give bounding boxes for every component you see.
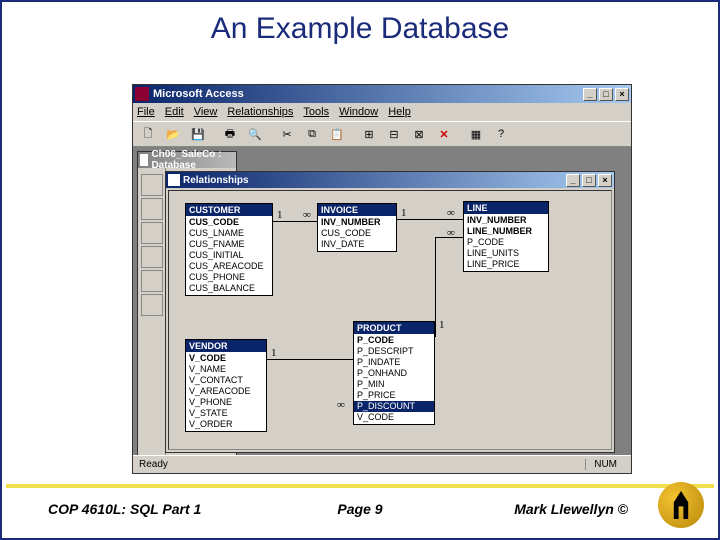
rel-one-marker: 1 <box>277 209 283 221</box>
db-window-button[interactable]: ▦ <box>465 124 487 144</box>
rel-product-line <box>435 237 436 337</box>
close-button[interactable]: × <box>615 88 629 101</box>
table-line-title: LINE <box>464 202 548 214</box>
table-invoice[interactable]: INVOICE INV_NUMBER CUS_CODE INV_DATE <box>317 203 397 252</box>
table-vendor[interactable]: VENDOR V_CODE V_NAME V_CONTACT V_AREACOD… <box>185 339 267 432</box>
menu-tools[interactable]: Tools <box>303 106 329 118</box>
relationships-window[interactable]: Relationships _ □ × CUSTOMER CUS_CODE <box>165 171 615 453</box>
rel-many-marker: ∞ <box>447 207 455 219</box>
rel-window-titlebar: Relationships _ □ × <box>166 172 614 188</box>
rel-vendor-product <box>267 359 353 360</box>
footer-page: Page 9 <box>337 501 382 517</box>
footer-author: Mark Llewellyn © <box>514 501 628 517</box>
table-line-fields: INV_NUMBER LINE_NUMBER P_CODE LINE_UNITS… <box>464 214 548 271</box>
print-button[interactable]: 🖶 <box>219 124 241 144</box>
maximize-button[interactable]: □ <box>599 88 613 101</box>
workspace: Ch06_SaleCo : Database Relat <box>133 147 631 455</box>
menu-help[interactable]: Help <box>388 106 411 118</box>
rel-customer-invoice <box>273 221 317 222</box>
status-bar: Ready NUM <box>133 455 631 473</box>
rel-many-marker: ∞ <box>337 399 345 411</box>
access-window: Microsoft Access _ □ × File Edit View Re… <box>132 84 632 474</box>
slide-footer: COP 4610L: SQL Part 1 Page 9 Mark Llewel… <box>2 486 718 532</box>
rel-one-marker: 1 <box>439 319 445 331</box>
table-product-title: PRODUCT <box>354 322 434 334</box>
save-button[interactable]: 💾 <box>187 124 209 144</box>
db-window-titlebar: Ch06_SaleCo : Database <box>138 152 236 168</box>
new-button[interactable]: 🗋 <box>137 124 159 144</box>
menu-view[interactable]: View <box>194 106 218 118</box>
menu-bar: File Edit View Relationships Tools Windo… <box>133 103 631 121</box>
object-sidebar <box>138 168 166 460</box>
table-invoice-fields: INV_NUMBER CUS_CODE INV_DATE <box>318 216 396 251</box>
rel-close-button[interactable]: × <box>598 174 612 187</box>
status-text: Ready <box>139 459 168 470</box>
table-customer-title: CUSTOMER <box>186 204 272 216</box>
direct-rel-button[interactable]: ⊟ <box>383 124 405 144</box>
table-product-fields: P_CODE P_DESCRIPT P_INDATE P_ONHAND P_MI… <box>354 334 434 424</box>
university-logo <box>658 482 704 528</box>
copy-button[interactable]: ⧉ <box>301 124 323 144</box>
menu-file[interactable]: File <box>137 106 155 118</box>
delete-button[interactable]: ✕ <box>433 124 455 144</box>
forms-tab[interactable] <box>141 222 163 244</box>
help-button[interactable]: ? <box>490 124 512 144</box>
table-vendor-title: VENDOR <box>186 340 266 352</box>
table-customer[interactable]: CUSTOMER CUS_CODE CUS_LNAME CUS_FNAME CU… <box>185 203 273 296</box>
slide-title: An Example Database <box>2 2 718 54</box>
rel-minimize-button[interactable]: _ <box>566 174 580 187</box>
rel-window-icon <box>168 174 180 186</box>
db-window-icon <box>140 154 148 166</box>
rel-one-marker: 1 <box>271 347 277 359</box>
queries-tab[interactable] <box>141 198 163 220</box>
rel-invoice-line <box>397 219 463 220</box>
app-titlebar: Microsoft Access _ □ × <box>133 85 631 103</box>
cut-button[interactable]: ✂ <box>276 124 298 144</box>
minimize-button[interactable]: _ <box>583 88 597 101</box>
rel-many-marker: ∞ <box>447 227 455 239</box>
modules-tab[interactable] <box>141 294 163 316</box>
macros-tab[interactable] <box>141 270 163 292</box>
menu-window[interactable]: Window <box>339 106 378 118</box>
table-customer-fields: CUS_CODE CUS_LNAME CUS_FNAME CUS_INITIAL… <box>186 216 272 295</box>
table-invoice-title: INVOICE <box>318 204 396 216</box>
toolbar: 🗋 📂 💾 🖶 🔍 ✂ ⧉ 📋 ⊞ ⊟ ⊠ ✕ ▦ ? <box>133 121 631 147</box>
show-table-button[interactable]: ⊞ <box>358 124 380 144</box>
tables-tab[interactable] <box>141 174 163 196</box>
menu-relationships[interactable]: Relationships <box>227 106 293 118</box>
rel-one-marker: 1 <box>401 207 407 219</box>
preview-button[interactable]: 🔍 <box>244 124 266 144</box>
menu-edit[interactable]: Edit <box>165 106 184 118</box>
table-vendor-fields: V_CODE V_NAME V_CONTACT V_AREACODE V_PHO… <box>186 352 266 431</box>
access-icon <box>135 87 149 101</box>
open-button[interactable]: 📂 <box>162 124 184 144</box>
footer-course: COP 4610L: SQL Part 1 <box>48 501 201 517</box>
relationship-canvas[interactable]: CUSTOMER CUS_CODE CUS_LNAME CUS_FNAME CU… <box>168 190 612 450</box>
paste-button[interactable]: 📋 <box>326 124 348 144</box>
rel-maximize-button[interactable]: □ <box>582 174 596 187</box>
table-product[interactable]: PRODUCT P_CODE P_DESCRIPT P_INDATE P_ONH… <box>353 321 435 425</box>
reports-tab[interactable] <box>141 246 163 268</box>
all-rel-button[interactable]: ⊠ <box>408 124 430 144</box>
status-numlock: NUM <box>585 459 625 470</box>
app-title: Microsoft Access <box>153 88 244 100</box>
table-line[interactable]: LINE INV_NUMBER LINE_NUMBER P_CODE LINE_… <box>463 201 549 272</box>
rel-window-title: Relationships <box>183 175 249 186</box>
rel-many-marker: ∞ <box>303 209 311 221</box>
